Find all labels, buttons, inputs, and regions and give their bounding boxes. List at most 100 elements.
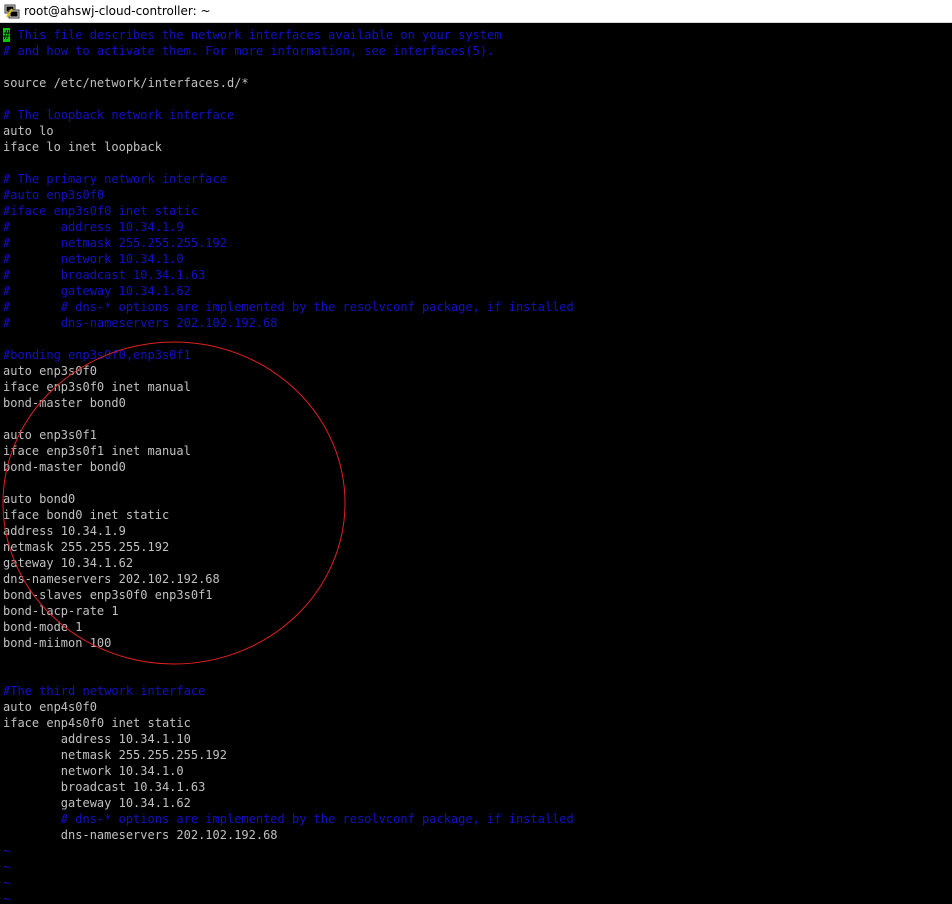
editor-line: address 10.34.1.10 [3, 731, 949, 747]
editor-line: auto bond0 [3, 491, 949, 507]
editor-line: bond-lacp-rate 1 [3, 603, 949, 619]
editor-line: iface enp3s0f1 inet manual [3, 443, 949, 459]
editor-line-text: # network 10.34.1.0 [3, 252, 184, 266]
editor-line: bond-miimon 100 [3, 635, 949, 651]
editor-line-text: # address 10.34.1.9 [3, 220, 184, 234]
editor-line-text: ~ [3, 844, 11, 858]
editor-line: iface lo inet loopback [3, 139, 949, 155]
empty-line-tilde: ~ [3, 843, 949, 859]
editor-line-text: # netmask 255.255.255.192 [3, 236, 227, 250]
editor-line-text: iface lo inet loopback [3, 140, 162, 154]
editor-line: broadcast 10.34.1.63 [3, 779, 949, 795]
editor-line: source /etc/network/interfaces.d/* [3, 75, 949, 91]
editor-line: iface enp3s0f0 inet manual [3, 379, 949, 395]
editor-line: #bonding enp3s0f0,enp3s0f1 [3, 347, 949, 363]
editor-line: bond-mode 1 [3, 619, 949, 635]
editor-line-text: bond-mode 1 [3, 620, 83, 634]
editor-line: # dns-nameservers 202.102.192.68 [3, 315, 949, 331]
editor-line-text: # gateway 10.34.1.62 [3, 284, 191, 298]
editor-line-text: iface enp4s0f0 inet static [3, 716, 191, 730]
terminal-window: root@ahswj-cloud-controller: ~ # This fi… [0, 0, 952, 904]
editor-line: auto enp3s0f0 [3, 363, 949, 379]
editor-line-text: network 10.34.1.0 [3, 764, 184, 778]
editor-line-text: bond-lacp-rate 1 [3, 604, 119, 618]
putty-terminal-icon[interactable] [4, 3, 20, 19]
terminal-text-area[interactable]: # This file describes the network interf… [3, 27, 949, 904]
editor-line-text: iface enp3s0f0 inet manual [3, 380, 191, 394]
editor-line: # network 10.34.1.0 [3, 251, 949, 267]
editor-line-text: ~ [3, 892, 11, 904]
editor-line: iface bond0 inet static [3, 507, 949, 523]
editor-line-text: #bonding enp3s0f0,enp3s0f1 [3, 348, 191, 362]
editor-line-text: iface enp3s0f1 inet manual [3, 444, 191, 458]
editor-line: # address 10.34.1.9 [3, 219, 949, 235]
editor-line-text: gateway 10.34.1.62 [3, 556, 134, 570]
editor-line-text: auto lo [3, 124, 54, 138]
editor-line-text: iface bond0 inet static [3, 508, 170, 522]
editor-line: auto lo [3, 123, 949, 139]
editor-line: # The loopback network interface [3, 107, 949, 123]
editor-line-text: bond-miimon 100 [3, 636, 112, 650]
editor-line-text: source /etc/network/interfaces.d/* [3, 76, 249, 90]
editor-line-text: # dns-nameservers 202.102.192.68 [3, 316, 278, 330]
editor-line: auto enp3s0f1 [3, 427, 949, 443]
editor-line: iface enp4s0f0 inet static [3, 715, 949, 731]
editor-line: netmask 255.255.255.192 [3, 539, 949, 555]
window-title: root@ahswj-cloud-controller: ~ [24, 4, 211, 18]
editor-line: bond-master bond0 [3, 459, 949, 475]
editor-line: address 10.34.1.9 [3, 523, 949, 539]
editor-line: #auto enp3s0f0 [3, 187, 949, 203]
editor-line: # and how to activate them. For more inf… [3, 43, 949, 59]
editor-line-text: auto bond0 [3, 492, 76, 506]
editor-line-text: auto enp3s0f0 [3, 364, 97, 378]
editor-line: #The third network interface [3, 683, 949, 699]
editor-line-text: netmask 255.255.255.192 [3, 748, 227, 762]
editor-line: # netmask 255.255.255.192 [3, 235, 949, 251]
editor-line-text: dns-nameservers 202.102.192.68 [3, 572, 220, 586]
editor-line-text: # # dns-* options are implemented by the… [3, 300, 574, 314]
editor-line: bond-master bond0 [3, 395, 949, 411]
empty-line-tilde: ~ [3, 891, 949, 904]
editor-line: # broadcast 10.34.1.63 [3, 267, 949, 283]
editor-line-text: gateway 10.34.1.62 [3, 796, 191, 810]
editor-line-text: #iface enp3s0f0 inet static [3, 204, 199, 218]
editor-line: dns-nameservers 202.102.192.68 [3, 827, 949, 843]
editor-line: # gateway 10.34.1.62 [3, 283, 949, 299]
editor-line-text: dns-nameservers 202.102.192.68 [3, 828, 278, 842]
editor-line-text: bond-master bond0 [3, 396, 126, 410]
editor-line-text: # The loopback network interface [3, 108, 235, 122]
empty-line-tilde: ~ [3, 859, 949, 875]
editor-line: # dns-* options are implemented by the r… [3, 811, 949, 827]
editor-line: gateway 10.34.1.62 [3, 555, 949, 571]
editor-line: dns-nameservers 202.102.192.68 [3, 571, 949, 587]
editor-line: netmask 255.255.255.192 [3, 747, 949, 763]
editor-line-text: # The primary network interface [3, 172, 227, 186]
editor-line: bond-slaves enp3s0f0 enp3s0f1 [3, 587, 949, 603]
editor-line-text: ~ [3, 860, 11, 874]
editor-line-text: This file describes the network interfac… [10, 28, 502, 42]
editor-line-text: # broadcast 10.34.1.63 [3, 268, 206, 282]
editor-line-text: # dns-* options are implemented by the r… [3, 812, 574, 826]
editor-line-text: bond-slaves enp3s0f0 enp3s0f1 [3, 588, 213, 602]
editor-line-text: #auto enp3s0f0 [3, 188, 105, 202]
empty-line-tilde: ~ [3, 875, 949, 891]
editor-line: # The primary network interface [3, 171, 949, 187]
editor-line: #iface enp3s0f0 inet static [3, 203, 949, 219]
editor-line-text: netmask 255.255.255.192 [3, 540, 170, 554]
editor-line: # # dns-* options are implemented by the… [3, 299, 949, 315]
editor-line-text: auto enp4s0f0 [3, 700, 97, 714]
title-bar[interactable]: root@ahswj-cloud-controller: ~ [0, 0, 952, 23]
editor-line-text: auto enp3s0f1 [3, 428, 97, 442]
editor-line-text: bond-master bond0 [3, 460, 126, 474]
editor-line-text: address 10.34.1.10 [3, 732, 191, 746]
editor-line-text: address 10.34.1.9 [3, 524, 126, 538]
editor-line-text: # and how to activate them. For more inf… [3, 44, 495, 58]
